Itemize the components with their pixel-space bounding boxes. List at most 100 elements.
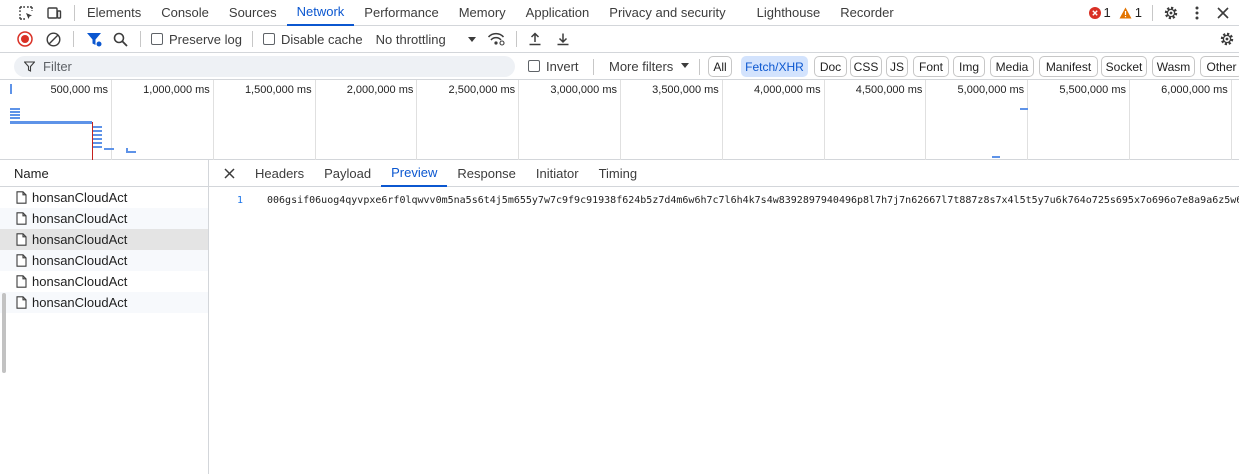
filter-separator: [593, 59, 594, 75]
tab-memory[interactable]: Memory: [449, 0, 516, 26]
tab-application[interactable]: Application: [516, 0, 600, 26]
overview-bar: [10, 114, 20, 116]
request-row[interactable]: honsanCloudAct: [0, 187, 208, 208]
network-conditions-icon[interactable]: [486, 29, 506, 49]
network-overview-timeline[interactable]: 500,000 ms 1,000,000 ms 1,500,000 ms 2,000,…: [0, 80, 1239, 160]
filter-icon: [24, 61, 35, 72]
more-options-icon[interactable]: [1187, 3, 1207, 23]
toolbar-separator: [140, 31, 141, 47]
disable-cache-label[interactable]: Disable cache: [281, 32, 363, 47]
filter-chip-font[interactable]: Font: [913, 56, 949, 77]
toolbar-separator: [73, 31, 74, 47]
overview-bar: [10, 108, 20, 110]
filter-chip-css[interactable]: CSS: [850, 56, 882, 77]
chevron-down-icon[interactable]: [466, 33, 478, 45]
filter-chip-socket[interactable]: Socket: [1101, 56, 1147, 77]
request-row[interactable]: honsanCloudAct: [0, 208, 208, 229]
detail-tab-list: Headers Payload Preview Response Initiator Ti…: [245, 160, 647, 187]
tab-privacy-and-security[interactable]: Privacy and security: [599, 0, 735, 26]
filter-chip-fetch-xhr[interactable]: Fetch/XHR: [741, 56, 808, 77]
inspect-element-icon[interactable]: [16, 3, 36, 23]
filter-separator: [699, 59, 700, 75]
filter-input[interactable]: [43, 59, 483, 74]
filter-chip-manifest[interactable]: Manifest: [1039, 56, 1098, 77]
invert-label[interactable]: Invert: [546, 59, 579, 74]
overview-bar: [1020, 108, 1028, 110]
invert-checkbox[interactable]: [528, 60, 540, 72]
detail-tab-response[interactable]: Response: [447, 160, 526, 187]
devtools-tab-bar: Elements Console Sources Network Performance…: [0, 0, 1239, 26]
more-filters-button[interactable]: More filters: [609, 59, 673, 74]
document-icon: [16, 296, 27, 309]
tab-elements[interactable]: Elements: [77, 0, 151, 26]
request-row[interactable]: honsanCloudAct: [0, 271, 208, 292]
request-name: honsanCloudAct: [32, 253, 128, 268]
request-row[interactable]: honsanCloudAct: [0, 292, 208, 313]
search-icon[interactable]: [110, 29, 130, 49]
preserve-log-checkbox[interactable]: [151, 33, 163, 45]
toolbar-separator: [251, 31, 253, 47]
document-icon: [16, 233, 27, 246]
filter-input-box[interactable]: [14, 56, 515, 77]
overview-bar: [10, 121, 92, 124]
overview-bar: [92, 134, 102, 136]
filter-chip-doc[interactable]: Doc: [814, 56, 847, 77]
tab-separator: [74, 4, 75, 21]
overview-bar: [92, 138, 102, 140]
preserve-log-label[interactable]: Preserve log: [169, 32, 242, 47]
clear-icon[interactable]: [43, 29, 63, 49]
request-list: Name honsanCloudAct honsanCloudAct honsanC…: [0, 160, 209, 474]
detail-tab-headers[interactable]: Headers: [245, 160, 314, 187]
tab-console[interactable]: Console: [151, 0, 219, 26]
detail-tab-preview[interactable]: Preview: [381, 160, 448, 187]
load-event-marker: [92, 122, 93, 160]
chevron-down-icon[interactable]: [681, 63, 689, 68]
tab-recorder[interactable]: Recorder: [830, 0, 903, 26]
warning-count[interactable]: 1: [1135, 5, 1142, 20]
request-name: honsanCloudAct: [32, 274, 128, 289]
filter-chip-other[interactable]: Other: [1200, 56, 1239, 77]
request-rows: honsanCloudAct honsanCloudAct honsanCloudA…: [0, 187, 208, 313]
name-column-header[interactable]: Name: [0, 160, 208, 187]
stop-recording-icon[interactable]: [15, 29, 35, 49]
filter-chip-img[interactable]: Img: [953, 56, 985, 77]
error-count[interactable]: 1: [1104, 5, 1111, 20]
scrollbar-thumb[interactable]: [2, 293, 6, 373]
detail-tab-payload[interactable]: Payload: [314, 160, 381, 187]
document-icon: [16, 254, 27, 267]
document-icon: [16, 275, 27, 288]
request-row[interactable]: honsanCloudAct: [0, 229, 208, 250]
line-number: 1: [237, 195, 244, 206]
error-icon[interactable]: [1088, 6, 1102, 20]
overview-tick-label: 6,000,000 ms: [1161, 84, 1228, 96]
preview-text[interactable]: 006gsif06uog4qyvpxe6rf0lqwvv0m5na5s6t4j5…: [267, 195, 1239, 206]
tab-sources[interactable]: Sources: [219, 0, 287, 26]
overview-bar: [92, 126, 102, 128]
toolbar-separator: [515, 31, 517, 47]
detail-tab-initiator[interactable]: Initiator: [526, 160, 589, 187]
detail-tab-timing[interactable]: Timing: [589, 160, 648, 187]
export-har-icon[interactable]: [553, 29, 573, 49]
tab-network[interactable]: Network: [286, 0, 355, 26]
warning-icon[interactable]: [1119, 6, 1133, 20]
filter-chip-media[interactable]: Media: [990, 56, 1034, 77]
device-toolbar-icon[interactable]: [44, 3, 64, 23]
disable-cache-checkbox[interactable]: [262, 33, 275, 45]
request-detail-tabs: Headers Payload Preview Response Initiator Ti…: [209, 160, 1239, 187]
tab-performance[interactable]: Performance: [354, 0, 448, 26]
filter-chip-wasm[interactable]: Wasm: [1152, 56, 1195, 77]
throttling-select[interactable]: No throttling: [376, 32, 446, 47]
filter-chip-js[interactable]: JS: [886, 56, 908, 77]
document-icon: [16, 212, 27, 225]
tab-lighthouse[interactable]: Lighthouse: [747, 0, 831, 26]
close-detail-icon[interactable]: [219, 163, 239, 183]
import-har-icon[interactable]: [525, 29, 545, 49]
panel-tabs: Elements Console Sources Network Performance…: [77, 0, 904, 26]
request-row[interactable]: honsanCloudAct: [0, 250, 208, 271]
close-devtools-icon[interactable]: [1213, 3, 1233, 23]
network-settings-gear-icon[interactable]: [1217, 29, 1237, 49]
filter-bar: Invert More filters All Fetch/XHR DocCSSJS…: [0, 53, 1239, 80]
filter-chip-all[interactable]: All: [708, 56, 732, 77]
settings-gear-icon[interactable]: [1161, 3, 1181, 23]
filter-funnel-icon[interactable]: [84, 29, 104, 49]
